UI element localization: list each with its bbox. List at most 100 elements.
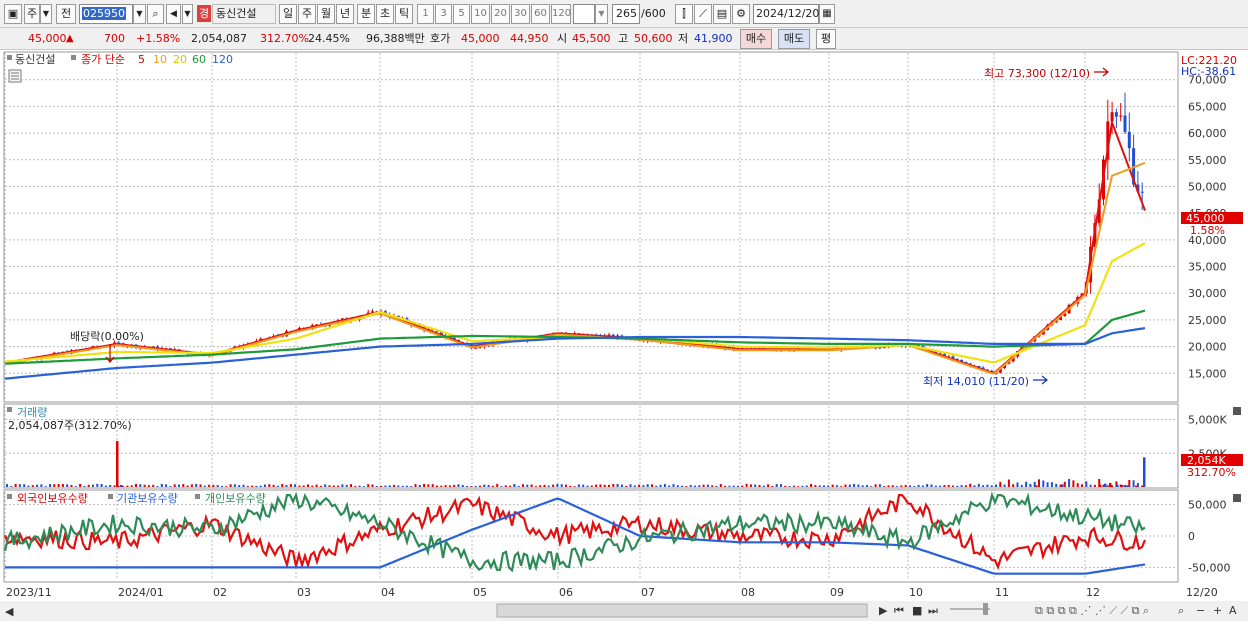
- period-month[interactable]: 월: [317, 4, 335, 24]
- volume-bar-spike: [120, 484, 123, 487]
- volume-bar: [706, 484, 709, 487]
- interval-120[interactable]: 120: [551, 4, 571, 24]
- open-label: 시: [557, 32, 568, 45]
- auto-scale-icon[interactable]: A: [1229, 604, 1237, 617]
- buy-button[interactable]: 매수: [740, 29, 772, 49]
- period-day[interactable]: 일: [279, 4, 297, 24]
- volume-bar-spike: [1099, 484, 1102, 487]
- search-icon[interactable]: ⌕: [147, 4, 164, 24]
- settings-gear-icon[interactable]: ⚙: [732, 4, 750, 24]
- volume-bar: [844, 484, 847, 487]
- volume-panel-close-icon[interactable]: [1233, 407, 1241, 415]
- volume-bar: [569, 485, 572, 487]
- volume-bar: [964, 485, 967, 487]
- period-year[interactable]: 년: [336, 4, 354, 24]
- holding-tick-label: 0: [1188, 530, 1195, 543]
- chart-area[interactable]: 15,00020,00025,00030,00035,00040,00045,0…: [0, 50, 1248, 621]
- custom-interval-dropdown-icon[interactable]: ▼: [595, 4, 608, 24]
- draw-tool-icon[interactable]: ⟋: [694, 4, 712, 24]
- volume-bar: [900, 485, 903, 487]
- zoom-slider-handle[interactable]: [983, 603, 988, 615]
- volume-bar: [345, 484, 348, 487]
- period-week[interactable]: 주: [298, 4, 316, 24]
- volume-bar: [685, 486, 688, 487]
- volume-bar: [53, 484, 56, 487]
- company-name: 동신건설: [212, 4, 276, 24]
- volume-bar: [758, 485, 761, 487]
- volume-bar: [1046, 482, 1049, 487]
- last-page-icon[interactable]: ⏭: [928, 604, 938, 617]
- layout-tools-icon[interactable]: ⧉ ⧉ ⧉ ⧉ ⋰ ⋰ ⟋ ⟋ ⧉ ⌕: [1035, 604, 1149, 617]
- volume-bar: [354, 485, 357, 487]
- prev-button[interactable]: 전: [56, 4, 76, 24]
- volume-bar: [986, 484, 989, 487]
- volume-bar: [367, 484, 370, 487]
- volume-bar: [930, 484, 933, 487]
- volume-bar: [444, 485, 447, 487]
- zoom-out-icon[interactable]: −: [1196, 604, 1205, 617]
- max-price-note: 최고 73,300 (12/10): [984, 67, 1090, 80]
- volume-bar: [74, 486, 77, 487]
- save-icon[interactable]: ▤: [713, 4, 731, 24]
- candle-body: [1114, 112, 1118, 117]
- calendar-icon[interactable]: ▦: [819, 4, 835, 24]
- volume-bar: [414, 484, 417, 487]
- volume-bar: [1012, 484, 1015, 487]
- interval-30[interactable]: 30: [511, 4, 530, 24]
- scroll-thumb[interactable]: [496, 603, 868, 618]
- interval-10[interactable]: 10: [471, 4, 490, 24]
- interval-3[interactable]: 3: [435, 4, 452, 24]
- volume-bar: [371, 484, 374, 487]
- volume-bar: [952, 485, 954, 487]
- holding-y-axis: 50,000 0 -50,000: [1188, 499, 1230, 575]
- period-minute[interactable]: 분: [357, 4, 375, 24]
- volume-bar: [238, 485, 241, 487]
- code-dropdown-icon[interactable]: ▼: [133, 4, 146, 24]
- stock-chart-svg[interactable]: 15,00020,00025,00030,00035,00040,00045,0…: [0, 50, 1248, 621]
- period-second[interactable]: 초: [376, 4, 394, 24]
- volume-bar: [762, 485, 765, 487]
- zoom-search-icon[interactable]: ⌕: [1178, 604, 1184, 617]
- holding-panel-close-icon[interactable]: [1233, 494, 1241, 502]
- sell-button[interactable]: 매도: [778, 29, 810, 49]
- stock-code-input[interactable]: 025950: [79, 4, 133, 24]
- mode-dropdown-icon[interactable]: ▼: [40, 4, 52, 24]
- volume-bar: [853, 483, 856, 487]
- interval-20[interactable]: 20: [491, 4, 510, 24]
- volume-bar-spike: [116, 441, 119, 487]
- interval-1[interactable]: 1: [417, 4, 434, 24]
- date-input[interactable]: 2024/12/20: [753, 4, 819, 24]
- volume-bar: [702, 484, 705, 487]
- zoom-in-icon[interactable]: +: [1213, 604, 1222, 617]
- eval-button[interactable]: 평: [816, 29, 836, 49]
- count-input[interactable]: 265: [612, 4, 640, 24]
- volume-bar: [216, 485, 219, 487]
- price-tick-label: 20,000: [1188, 341, 1227, 354]
- volume-bar: [152, 484, 155, 487]
- volume-bar: [737, 485, 739, 487]
- period-tick[interactable]: 틱: [395, 4, 413, 24]
- price-tick-label: 30,000: [1188, 287, 1227, 300]
- volume-bar: [375, 486, 378, 487]
- mode-button[interactable]: 주: [24, 4, 40, 24]
- stop-icon[interactable]: ■: [912, 604, 922, 617]
- first-page-icon[interactable]: ⏮: [894, 604, 904, 617]
- volume-bar: [1132, 480, 1135, 487]
- window-menu-icon[interactable]: ▣: [4, 4, 22, 24]
- price-tick-label: 35,000: [1188, 261, 1227, 274]
- custom-interval-input[interactable]: [573, 4, 595, 24]
- volume-bar-spike: [1061, 484, 1064, 487]
- volume-bar: [616, 483, 619, 487]
- scroll-right-icon[interactable]: ▶: [879, 604, 888, 617]
- interval-5[interactable]: 5: [453, 4, 470, 24]
- volume-bar: [780, 484, 782, 487]
- low-price: 41,900: [694, 32, 733, 45]
- candle-type-icon[interactable]: ⫿: [675, 4, 693, 24]
- interval-60[interactable]: 60: [531, 4, 550, 24]
- scroll-left-icon[interactable]: ◀: [5, 605, 14, 618]
- x-tick-label: 04: [381, 586, 395, 599]
- speaker-dropdown-icon[interactable]: ▼: [182, 4, 193, 24]
- legend-foreign: 외국인보유수량: [17, 492, 88, 505]
- volume-bar: [595, 484, 598, 487]
- speaker-icon[interactable]: ◀: [166, 4, 181, 24]
